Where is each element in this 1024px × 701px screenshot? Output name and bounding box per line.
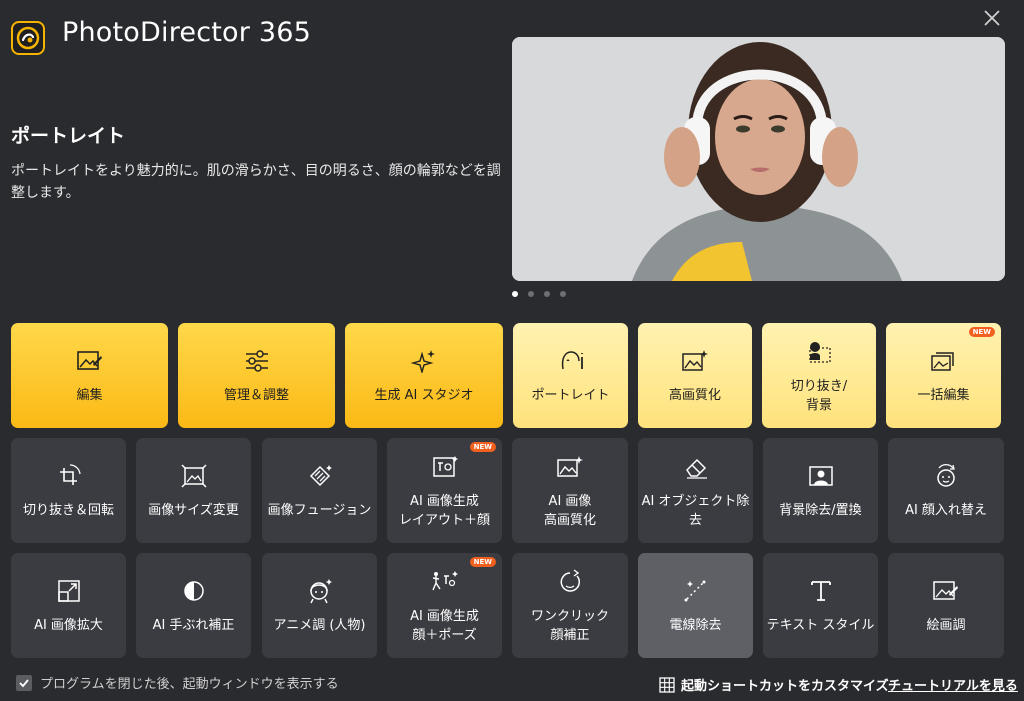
hero-image <box>512 37 1005 281</box>
portrait-illustration <box>512 37 1005 281</box>
tile-label: AI 画像生成 レイアウト＋顔 <box>398 493 490 528</box>
anime-face-icon <box>307 576 333 606</box>
tile-label: アニメ調 (人物) <box>273 618 366 633</box>
face-retouch-icon <box>557 567 583 597</box>
tile-ai-face-swap[interactable]: AI 顔入れ替え <box>888 438 1004 543</box>
customize-shortcuts-button[interactable]: 起動ショートカットをカスタマイズ <box>659 675 889 694</box>
tile-enhance[interactable]: 高画質化 <box>638 323 752 428</box>
show-on-close-option[interactable]: プログラムを閉じた後、起動ウィンドウを表示する <box>16 673 339 692</box>
pose-icon <box>431 567 459 597</box>
crop-rotate-icon <box>56 461 82 491</box>
resize-icon <box>180 461 207 491</box>
tile-resize[interactable]: 画像サイズ変更 <box>136 438 251 543</box>
text-icon <box>809 576 833 606</box>
show-on-close-checkbox[interactable] <box>16 674 32 691</box>
show-on-close-label: プログラムを閉じた後、起動ウィンドウを表示する <box>40 677 339 692</box>
tile-label: AI 手ぶれ補正 <box>152 618 235 633</box>
background-icon <box>808 461 834 491</box>
wire-remove-icon <box>683 576 709 606</box>
carousel-dot[interactable] <box>512 291 518 297</box>
grid-icon <box>659 676 675 693</box>
tile-one-click-face[interactable]: ワンクリック 顔補正 <box>512 553 628 658</box>
feature-description: ポートレイトをより魅力的に。肌の滑らかさ、目の明るさ、顔の輪郭などを調整します。 <box>11 163 501 201</box>
tile-label: 画像サイズ変更 <box>148 503 239 518</box>
photo-edit-icon <box>76 346 103 376</box>
painting-icon <box>933 576 959 606</box>
app-logo <box>11 21 45 55</box>
fusion-icon <box>307 461 333 491</box>
app-title: PhotoDirector 365 <box>62 17 311 48</box>
tile-label: ワンクリック 顔補正 <box>530 608 609 643</box>
tile-label: 編集 <box>76 388 103 403</box>
close-icon <box>984 10 1000 26</box>
tile-label: 絵画調 <box>926 618 966 633</box>
tile-manage-adjust[interactable]: 管理＆調整 <box>178 323 335 428</box>
tile-ai-enhance[interactable]: AI 画像 高画質化 <box>512 438 628 543</box>
tile-label: 画像フュージョン <box>267 503 372 518</box>
carousel-dots <box>512 291 566 297</box>
cutout-icon <box>806 337 832 367</box>
tile-label: 切り抜き＆回転 <box>22 503 114 518</box>
tile-label: 背景除去/置換 <box>779 503 862 518</box>
tile-gen-ai-studio[interactable]: 生成 AI スタジオ <box>345 323 503 428</box>
tile-ai-layout-face[interactable]: NEW AI 画像生成 レイアウト＋顔 <box>387 438 502 543</box>
tile-anime-style[interactable]: アニメ調 (人物) <box>262 553 377 658</box>
face-swap-icon <box>933 461 959 491</box>
image-enhance-icon <box>557 452 583 482</box>
tile-cutout-background[interactable]: 切り抜き/ 背景 <box>762 323 876 428</box>
tile-ai-upscale[interactable]: AI 画像拡大 <box>11 553 126 658</box>
new-badge: NEW <box>968 327 995 337</box>
new-badge: NEW <box>469 442 496 452</box>
tile-painting[interactable]: 絵画調 <box>888 553 1004 658</box>
sliders-icon <box>244 346 270 376</box>
tile-label: AI オブジェクト除 去 <box>641 493 750 528</box>
tile-label: AI 画像拡大 <box>34 618 103 633</box>
eraser-icon <box>683 452 709 482</box>
carousel-dot[interactable] <box>528 291 534 297</box>
tile-background-remove[interactable]: 背景除去/置換 <box>763 438 878 543</box>
expand-icon <box>57 576 81 606</box>
face-icon <box>558 346 584 376</box>
tile-ai-face-pose[interactable]: NEW AI 画像生成 顔＋ポーズ <box>387 553 502 658</box>
tile-label: AI 画像 高画質化 <box>543 493 596 528</box>
new-badge: NEW <box>469 557 496 567</box>
tile-label: AI 顔入れ替え <box>905 503 987 518</box>
customize-shortcuts-label: 起動ショートカットをカスタマイズ <box>681 679 889 694</box>
batch-images-icon <box>930 346 957 376</box>
tile-label: テキスト スタイル <box>766 618 875 633</box>
tile-label: 生成 AI スタジオ <box>374 388 474 403</box>
tile-ai-deblur[interactable]: AI 手ぶれ補正 <box>136 553 251 658</box>
tile-text-style[interactable]: テキスト スタイル <box>763 553 878 658</box>
tile-ai-object-removal[interactable]: AI オブジェクト除 去 <box>638 438 753 543</box>
carousel-dot[interactable] <box>560 291 566 297</box>
sparkles-icon <box>411 346 437 376</box>
app-logo-icon <box>16 26 40 50</box>
tile-label: ポートレイト <box>531 388 610 403</box>
tile-image-fusion[interactable]: 画像フュージョン <box>262 438 377 543</box>
carousel-dot[interactable] <box>544 291 550 297</box>
tutorial-link[interactable]: チュートリアルを見る <box>888 675 1018 694</box>
tile-label: 電線除去 <box>669 618 722 633</box>
tile-label: AI 画像生成 顔＋ポーズ <box>410 608 479 643</box>
checkmark-icon <box>19 678 29 687</box>
tile-batch-edit[interactable]: NEW 一括編集 <box>886 323 1001 428</box>
tile-label: 管理＆調整 <box>223 388 289 403</box>
tile-edit[interactable]: 編集 <box>11 323 168 428</box>
tile-label: 切り抜き/ 背景 <box>790 378 848 413</box>
image-enhance-icon <box>682 346 708 376</box>
feature-title: ポートレイト <box>11 125 126 147</box>
deblur-icon <box>182 576 206 606</box>
layout-face-icon <box>432 452 458 482</box>
close-button[interactable] <box>980 6 1004 30</box>
tile-crop-rotate[interactable]: 切り抜き＆回転 <box>11 438 126 543</box>
tile-wire-removal[interactable]: 電線除去 <box>638 553 753 658</box>
tile-label: 一括編集 <box>917 388 970 403</box>
tile-label: 高画質化 <box>668 388 721 403</box>
tile-portrait[interactable]: ポートレイト <box>513 323 628 428</box>
